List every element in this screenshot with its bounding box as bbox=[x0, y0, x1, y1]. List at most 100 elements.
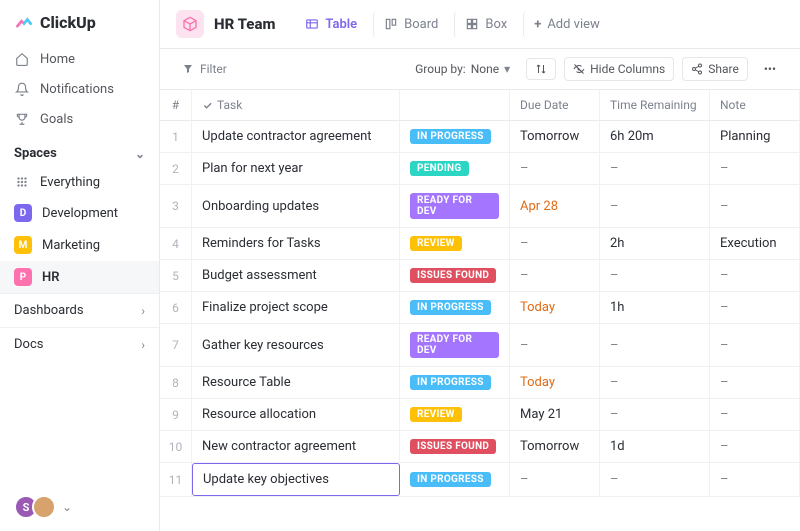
status-cell[interactable]: ISSUES FOUND bbox=[400, 260, 510, 291]
due-date-cell[interactable]: – bbox=[510, 260, 600, 291]
note-cell[interactable]: – bbox=[710, 367, 800, 398]
user-avatars[interactable]: S ⌄ bbox=[0, 483, 159, 531]
due-date-cell[interactable]: Tomorrow bbox=[510, 431, 600, 462]
note-cell[interactable]: – bbox=[710, 431, 800, 462]
note-cell[interactable]: Planning bbox=[710, 121, 800, 152]
time-remaining-cell[interactable]: 1h bbox=[600, 292, 710, 323]
sidebar-space-item[interactable]: DDevelopment bbox=[0, 197, 159, 229]
row-index: 4 bbox=[160, 228, 192, 259]
more-button[interactable]: ••• bbox=[756, 58, 784, 80]
task-name-cell[interactable]: Resource allocation bbox=[192, 399, 400, 430]
table-row[interactable]: 10 New contractor agreement ISSUES FOUND… bbox=[160, 431, 800, 463]
task-name-cell[interactable]: Update key objectives bbox=[192, 463, 400, 496]
note-cell[interactable]: – bbox=[710, 324, 800, 366]
due-date-cell[interactable]: Today bbox=[510, 292, 600, 323]
status-cell[interactable]: IN PROGRESS bbox=[400, 292, 510, 323]
status-cell[interactable]: REVIEW bbox=[400, 399, 510, 430]
note-cell[interactable]: – bbox=[710, 185, 800, 227]
time-remaining-cell[interactable]: – bbox=[600, 153, 710, 184]
time-remaining-cell[interactable]: – bbox=[600, 324, 710, 366]
table-row[interactable]: 2 Plan for next year PENDING – – – bbox=[160, 153, 800, 185]
table-row[interactable]: 3 Onboarding updates READY FOR DEV Apr 2… bbox=[160, 185, 800, 228]
status-cell[interactable]: READY FOR DEV bbox=[400, 185, 510, 227]
status-cell[interactable]: READY FOR DEV bbox=[400, 324, 510, 366]
status-cell[interactable]: ISSUES FOUND bbox=[400, 431, 510, 462]
note-cell[interactable]: Execution bbox=[710, 228, 800, 259]
status-cell[interactable]: REVIEW bbox=[400, 228, 510, 259]
task-name-cell[interactable]: Onboarding updates bbox=[192, 185, 400, 227]
table-row[interactable]: 11 Update key objectives IN PROGRESS – –… bbox=[160, 463, 800, 497]
col-task[interactable]: Task bbox=[192, 90, 400, 120]
table-row[interactable]: 4 Reminders for Tasks REVIEW – 2h Execut… bbox=[160, 228, 800, 260]
sidebar-item-everything[interactable]: Everything bbox=[0, 167, 159, 197]
task-name-cell[interactable]: Finalize project scope bbox=[192, 292, 400, 323]
avatar[interactable] bbox=[32, 495, 56, 519]
time-remaining-cell[interactable]: – bbox=[600, 399, 710, 430]
task-name-cell[interactable]: Plan for next year bbox=[192, 153, 400, 184]
time-remaining-cell[interactable]: 2h bbox=[600, 228, 710, 259]
note-cell[interactable]: – bbox=[710, 153, 800, 184]
table-row[interactable]: 5 Budget assessment ISSUES FOUND – – – bbox=[160, 260, 800, 292]
time-remaining-cell[interactable]: – bbox=[600, 260, 710, 291]
due-date-cell[interactable]: Apr 28 bbox=[510, 185, 600, 227]
view-tab-table[interactable]: Table bbox=[295, 11, 367, 38]
due-date-cell[interactable]: Today bbox=[510, 367, 600, 398]
due-date-cell[interactable]: Tomorrow bbox=[510, 121, 600, 152]
spaces-header[interactable]: Spaces ⌄ bbox=[0, 136, 159, 167]
note-cell[interactable]: – bbox=[710, 260, 800, 291]
status-cell[interactable]: IN PROGRESS bbox=[400, 121, 510, 152]
groupby-value: None bbox=[471, 62, 499, 76]
task-name-cell[interactable]: Reminders for Tasks bbox=[192, 228, 400, 259]
note-cell[interactable]: – bbox=[710, 463, 800, 496]
note-cell[interactable]: – bbox=[710, 399, 800, 430]
col-due[interactable]: Due Date bbox=[510, 90, 600, 120]
due-date-cell[interactable]: – bbox=[510, 463, 600, 496]
trophy-icon bbox=[14, 111, 30, 127]
col-time[interactable]: Time Remaining bbox=[600, 90, 710, 120]
due-date-cell[interactable]: May 21 bbox=[510, 399, 600, 430]
view-tab-board[interactable]: Board bbox=[373, 11, 448, 38]
task-name-cell[interactable]: Gather key resources bbox=[192, 324, 400, 366]
brand-logo[interactable]: ClickUp bbox=[0, 0, 159, 42]
sidebar-docs[interactable]: Docs › bbox=[0, 327, 159, 361]
hide-columns-button[interactable]: Hide Columns bbox=[564, 57, 674, 81]
table-row[interactable]: 7 Gather key resources READY FOR DEV – –… bbox=[160, 324, 800, 367]
time-remaining-cell[interactable]: – bbox=[600, 367, 710, 398]
col-idx[interactable]: # bbox=[160, 90, 192, 120]
due-date-cell[interactable]: – bbox=[510, 153, 600, 184]
table-row[interactable]: 6 Finalize project scope IN PROGRESS Tod… bbox=[160, 292, 800, 324]
filter-button[interactable]: Filter bbox=[176, 58, 233, 80]
task-name-cell[interactable]: New contractor agreement bbox=[192, 431, 400, 462]
nav-notifications[interactable]: Notifications bbox=[0, 74, 159, 104]
task-name-cell[interactable]: Budget assessment bbox=[192, 260, 400, 291]
nav-goals-label: Goals bbox=[40, 112, 73, 127]
time-remaining-cell[interactable]: – bbox=[600, 463, 710, 496]
sidebar-dashboards[interactable]: Dashboards › bbox=[0, 293, 159, 327]
status-cell[interactable]: IN PROGRESS bbox=[400, 367, 510, 398]
table-row[interactable]: 1 Update contractor agreement IN PROGRES… bbox=[160, 121, 800, 153]
task-name-cell[interactable]: Update contractor agreement bbox=[192, 121, 400, 152]
view-tab-box[interactable]: Box bbox=[454, 11, 517, 38]
due-date-cell[interactable]: – bbox=[510, 228, 600, 259]
col-status[interactable] bbox=[400, 90, 510, 120]
task-name-cell[interactable]: Resource Table bbox=[192, 367, 400, 398]
space-icon[interactable] bbox=[176, 10, 204, 38]
nav-goals[interactable]: Goals bbox=[0, 104, 159, 134]
time-remaining-cell[interactable]: 6h 20m bbox=[600, 121, 710, 152]
time-remaining-cell[interactable]: – bbox=[600, 185, 710, 227]
note-cell[interactable]: – bbox=[710, 292, 800, 323]
status-cell[interactable]: IN PROGRESS bbox=[400, 463, 510, 496]
nav-home[interactable]: Home bbox=[0, 44, 159, 74]
due-date-cell[interactable]: – bbox=[510, 324, 600, 366]
col-note[interactable]: Note bbox=[710, 90, 800, 120]
sidebar-space-item[interactable]: PHR bbox=[0, 261, 159, 293]
sidebar-space-item[interactable]: MMarketing bbox=[0, 229, 159, 261]
add-view-button[interactable]: + Add view bbox=[523, 11, 610, 38]
table-row[interactable]: 8 Resource Table IN PROGRESS Today – – bbox=[160, 367, 800, 399]
table-row[interactable]: 9 Resource allocation REVIEW May 21 – – bbox=[160, 399, 800, 431]
groupby-button[interactable]: Group by: None ▾ bbox=[407, 58, 518, 80]
time-remaining-cell[interactable]: 1d bbox=[600, 431, 710, 462]
share-button[interactable]: Share bbox=[682, 57, 748, 81]
status-cell[interactable]: PENDING bbox=[400, 153, 510, 184]
sort-button[interactable] bbox=[526, 58, 556, 80]
